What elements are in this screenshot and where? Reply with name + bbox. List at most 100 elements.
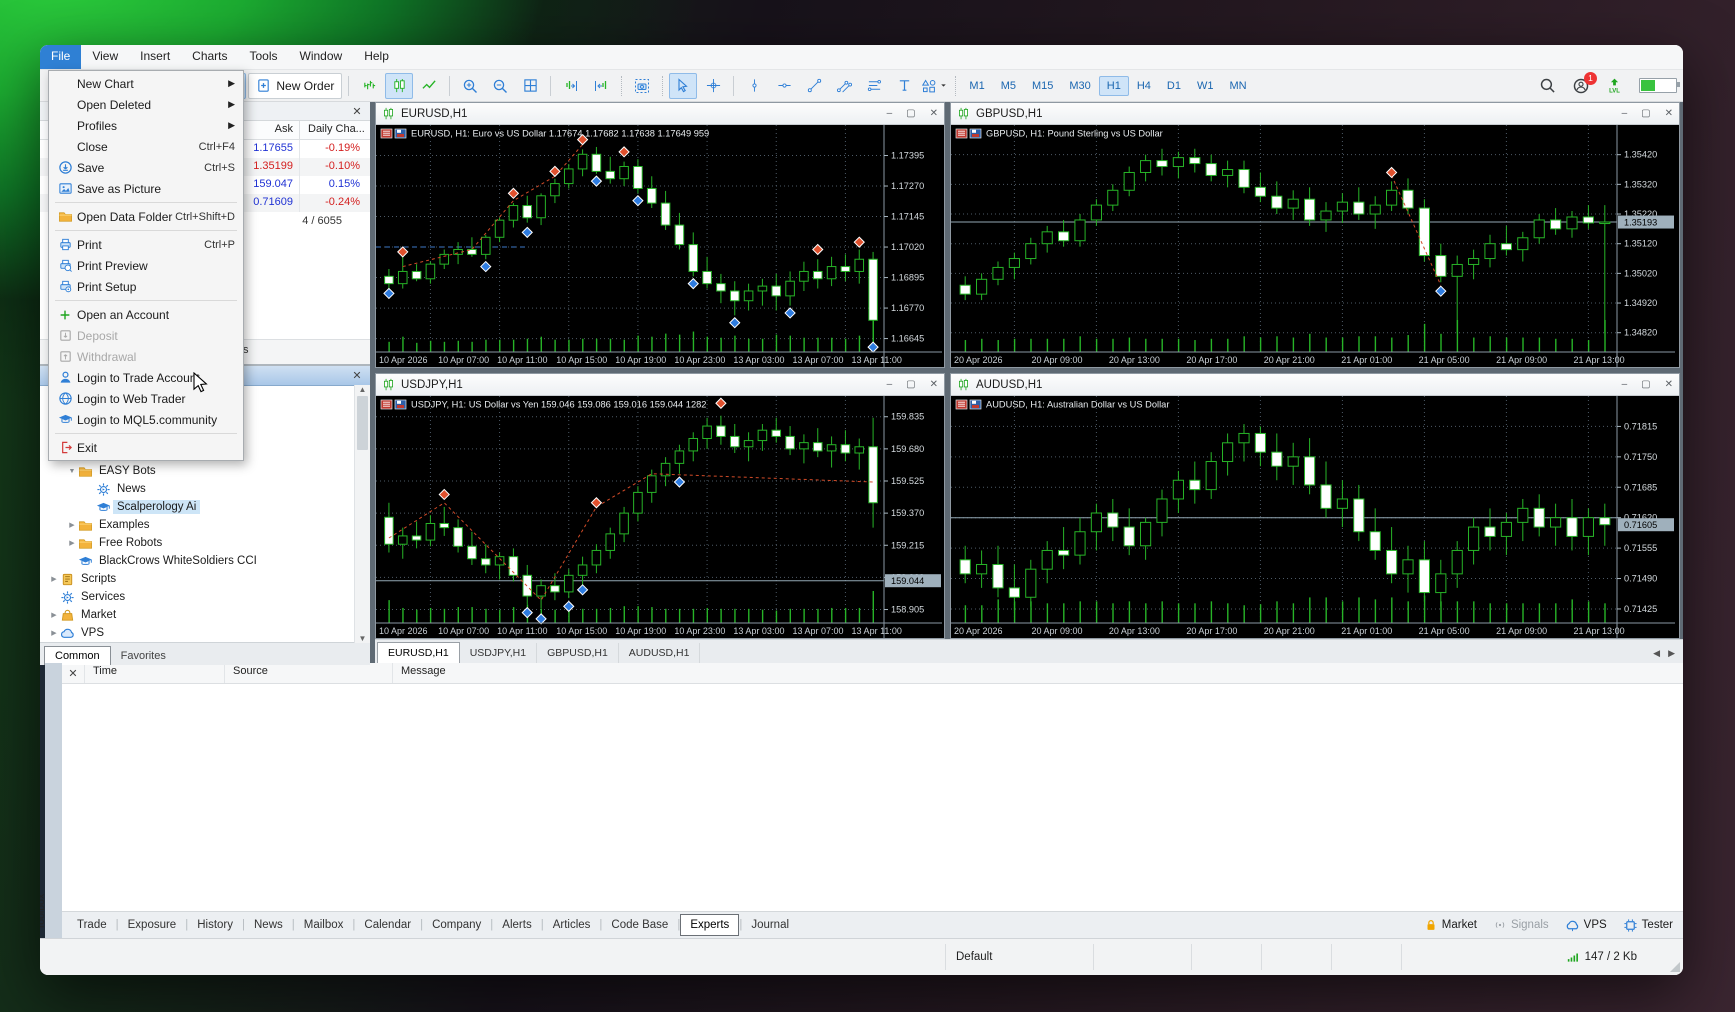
toolbox-content[interactable] (62, 684, 1683, 911)
column-header-daily-change[interactable]: Daily Cha... (300, 121, 370, 139)
file-menu-item-open-an-account[interactable]: Open an Account (49, 304, 243, 325)
tree-item-services[interactable]: Services (40, 588, 370, 606)
market-button[interactable]: Market (1424, 918, 1477, 932)
timeframe-m1-button[interactable]: M1 (961, 76, 992, 96)
file-menu-item-login-to-mql5-community[interactable]: Login to MQL5.community (49, 409, 243, 430)
file-menu-item-new-chart[interactable]: New Chart ▶ (49, 73, 243, 94)
chart-tab-audusd-h1[interactable]: AUDUSD,H1 (619, 643, 701, 663)
file-menu-item-close[interactable]: Close Ctrl+F4 (49, 136, 243, 157)
chart-titlebar[interactable]: GBPUSD,H1 – ▢ ✕ (951, 103, 1679, 125)
chart-titlebar[interactable]: EURUSD,H1 – ▢ ✕ (376, 103, 944, 125)
expand-icon[interactable]: ▶ (66, 521, 78, 529)
expand-icon[interactable]: ▶ (48, 575, 60, 583)
toolbox-tab-calendar[interactable]: Calendar (355, 915, 420, 935)
maximize-icon[interactable]: ▢ (906, 379, 915, 390)
menubar-item-window[interactable]: Window (289, 45, 354, 69)
timeframe-w1-button[interactable]: W1 (1189, 76, 1222, 96)
minimize-icon[interactable]: – (1622, 379, 1628, 390)
menubar-item-view[interactable]: View (81, 45, 129, 69)
toolbox-tab-trade[interactable]: Trade (68, 915, 116, 935)
shapes-icon[interactable] (920, 73, 949, 99)
chart-tab-eurusd-h1[interactable]: EURUSD,H1 (377, 642, 460, 663)
file-menu-item-print-setup[interactable]: Print Setup (49, 276, 243, 297)
horizontal-line-icon[interactable] (770, 73, 798, 99)
toolbox-tab-journal[interactable]: Journal (742, 915, 798, 935)
expand-icon[interactable]: ▶ (48, 629, 60, 637)
tree-item-blackcrows-whitesoldiers-cci[interactable]: BlackCrows WhiteSoldiers CCI (40, 552, 370, 570)
close-icon[interactable]: ✕ (350, 369, 364, 383)
scrollbar-thumb[interactable] (357, 396, 368, 450)
navigator-scrollbar[interactable]: ▲ ▼ (354, 385, 370, 643)
close-icon[interactable]: ✕ (930, 379, 938, 390)
file-menu-item-open-deleted[interactable]: Open Deleted ▶ (49, 94, 243, 115)
menubar-item-help[interactable]: Help (353, 45, 400, 69)
close-icon[interactable]: ✕ (1665, 379, 1673, 390)
toolbox-tab-company[interactable]: Company (423, 915, 490, 935)
lvl-icon[interactable]: LVL (1606, 77, 1623, 94)
toolbox-tab-exposure[interactable]: Exposure (119, 915, 186, 935)
timeframe-m5-button[interactable]: M5 (993, 76, 1024, 96)
file-menu-item-profiles[interactable]: Profiles ▶ (49, 115, 243, 136)
tile-windows-icon[interactable] (516, 73, 544, 99)
timeframe-d1-button[interactable]: D1 (1159, 76, 1189, 96)
expand-icon[interactable]: ▶ (48, 611, 60, 619)
minimize-icon[interactable]: – (887, 108, 893, 119)
tab-scroll-right-icon[interactable]: ▶ (1668, 648, 1675, 659)
toolbox-close-icon[interactable]: ✕ (62, 667, 84, 680)
bar-chart-icon[interactable] (355, 73, 383, 99)
new-order-button[interactable]: New Order (248, 72, 343, 99)
file-menu-item-print[interactable]: Print Ctrl+P (49, 234, 243, 255)
tree-item-free-robots[interactable]: ▶ Free Robots (40, 534, 370, 552)
chart-canvas-audusd[interactable]: 0.71815 0.71750 0.71685 0.71620 0.71555 0.714… (951, 396, 1679, 638)
text-tool-icon[interactable] (890, 73, 918, 99)
tree-item-scalperology-ai[interactable]: Scalperology Ai (40, 498, 370, 516)
trendline-icon[interactable] (800, 73, 828, 99)
close-icon[interactable]: ✕ (1665, 108, 1673, 119)
toolbox-column-message[interactable]: Message (392, 663, 1683, 683)
toolbox-tab-articles[interactable]: Articles (544, 915, 600, 935)
toolbox-tab-mailbox[interactable]: Mailbox (295, 915, 353, 935)
chart-titlebar[interactable]: AUDUSD,H1 – ▢ ✕ (951, 374, 1679, 396)
navigator-tab-favorites[interactable]: Favorites (111, 647, 176, 665)
channel-icon[interactable] (830, 73, 858, 99)
tree-item-scripts[interactable]: ▶ Scripts (40, 570, 370, 588)
timeframe-m15-button[interactable]: M15 (1024, 76, 1061, 96)
toolbox-tab-code-base[interactable]: Code Base (602, 915, 677, 935)
chart-tab-gbpusd-h1[interactable]: GBPUSD,H1 (537, 643, 619, 663)
toolbox-column-source[interactable]: Source (224, 663, 392, 683)
chart-canvas-eurusd[interactable]: 1.17395 1.17270 1.17145 1.17020 1.16895 1.167… (376, 125, 944, 367)
chart-tab-usdjpy-h1[interactable]: USDJPY,H1 (460, 643, 538, 663)
crosshair-icon[interactable] (699, 73, 727, 99)
signals-button[interactable]: Signals (1493, 918, 1549, 932)
close-icon[interactable]: ✕ (350, 104, 364, 118)
expand-icon[interactable]: ▶ (66, 539, 78, 547)
scroll-down-icon[interactable]: ▼ (359, 634, 367, 643)
minimize-icon[interactable]: – (887, 379, 893, 390)
maximize-icon[interactable]: ▢ (1641, 108, 1650, 119)
file-menu-item-open-data-folder[interactable]: Open Data Folder Ctrl+Shift+D (49, 206, 243, 227)
cursor-icon[interactable] (669, 72, 698, 99)
menubar-item-file[interactable]: File (40, 45, 82, 69)
screenshot-icon[interactable] (628, 73, 656, 99)
menubar-item-charts[interactable]: Charts (181, 45, 238, 69)
toolbox-tab-alerts[interactable]: Alerts (493, 915, 540, 935)
shift-chart-right-icon[interactable] (557, 73, 585, 99)
tab-scroll-left-icon[interactable]: ◀ (1653, 648, 1660, 659)
menubar-item-tools[interactable]: Tools (239, 45, 289, 69)
timeframe-mn-button[interactable]: MN (1221, 76, 1254, 96)
notifications-button[interactable]: 1 (1572, 71, 1597, 95)
maximize-icon[interactable]: ▢ (1641, 379, 1650, 390)
collapse-icon[interactable]: ▼ (66, 468, 78, 475)
vertical-line-icon[interactable] (740, 73, 768, 99)
menubar-item-insert[interactable]: Insert (129, 45, 181, 69)
zoom-in-icon[interactable] (456, 73, 484, 99)
tree-item-market[interactable]: ▶ Market (40, 606, 370, 624)
tree-item-easy-bots[interactable]: ▼ EASY Bots (40, 462, 370, 480)
chart-titlebar[interactable]: USDJPY,H1 – ▢ ✕ (376, 374, 944, 396)
file-menu-item-exit[interactable]: Exit (49, 437, 243, 458)
toolbox-column-time[interactable]: Time (84, 663, 224, 683)
tree-item-news[interactable]: News (40, 480, 370, 498)
tree-item-vps[interactable]: ▶ VPS (40, 624, 370, 642)
maximize-icon[interactable]: ▢ (906, 108, 915, 119)
chart-canvas-gbpusd[interactable]: 1.35420 1.35320 1.35220 1.35120 1.35020 1.349… (951, 125, 1679, 367)
